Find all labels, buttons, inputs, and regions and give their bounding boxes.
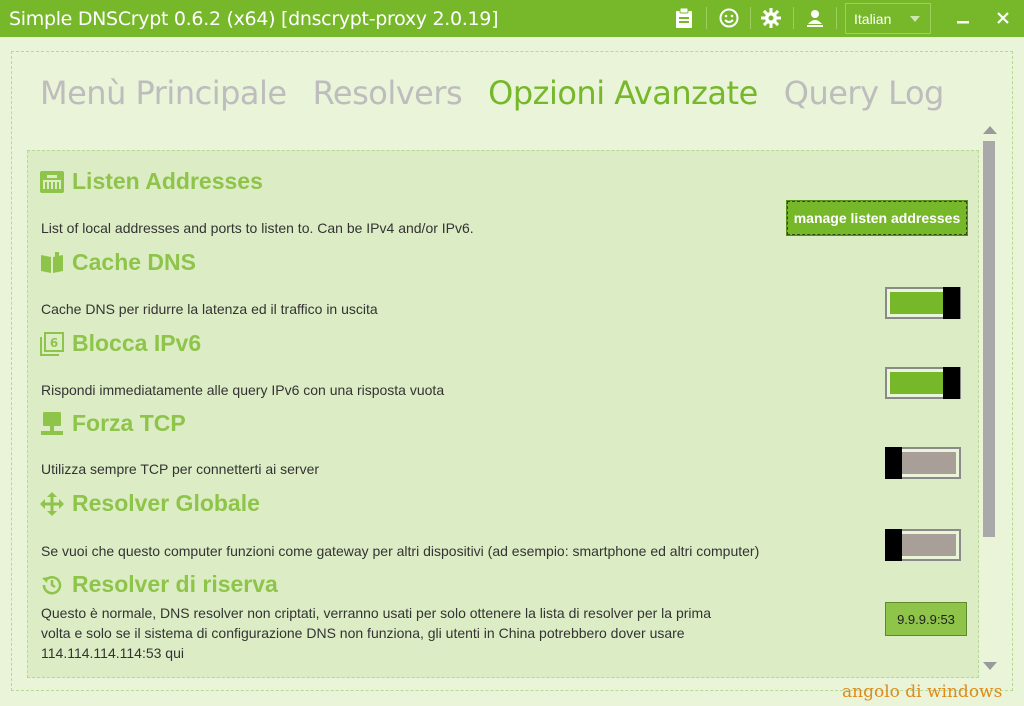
tab-resolvers[interactable]: Resolvers [313, 74, 463, 112]
ipv6-icon: 6 [40, 331, 64, 356]
gear-icon[interactable] [761, 8, 781, 28]
toolbar-divider [793, 7, 794, 29]
tab-query-log[interactable]: Query Log [784, 74, 945, 112]
scroll-up-arrow-icon[interactable] [983, 126, 997, 134]
tab-main-menu[interactable]: Menù Principale [40, 74, 287, 112]
scrollbar-thumb[interactable] [983, 141, 995, 537]
language-select[interactable]: Italian [845, 3, 931, 34]
advanced-options-panel: Listen Addresses List of local addresses… [27, 150, 979, 678]
global-resolver-label: Resolver Globale [72, 490, 260, 516]
toolbar-divider [750, 7, 751, 29]
force-tcp-description: Utilizza sempre TCP per connetterti ai s… [41, 461, 320, 477]
svg-text:6: 6 [50, 336, 58, 350]
minimize-button[interactable] [948, 4, 978, 32]
fallback-resolver-description: Questo è normale, DNS resolver non cript… [41, 605, 711, 661]
manage-listen-addresses-button[interactable]: manage listen addresses [786, 200, 968, 236]
scroll-down-arrow-icon[interactable] [983, 662, 997, 670]
toggle-knob [885, 529, 902, 561]
chevron-down-icon [910, 16, 920, 22]
language-value: Italian [854, 10, 892, 27]
smiley-icon[interactable] [719, 8, 739, 28]
book-icon [40, 251, 64, 275]
watermark: angolo di windows [842, 682, 1003, 702]
force-tcp-toggle[interactable] [885, 447, 961, 479]
clipboard-icon[interactable] [674, 8, 694, 28]
toggle-knob [943, 367, 960, 399]
move-arrows-icon [40, 491, 64, 516]
cache-dns-label: Cache DNS [72, 249, 196, 275]
force-tcp-label: Forza TCP [72, 410, 186, 436]
block-ipv6-label: Blocca IPv6 [72, 330, 202, 356]
toggle-knob [885, 447, 902, 479]
global-resolver-title: Resolver Globale [40, 490, 260, 517]
network-icon [40, 170, 64, 194]
listen-addresses-description: List of local addresses and ports to lis… [41, 220, 474, 236]
history-icon [40, 573, 64, 597]
toolbar-divider [706, 7, 707, 29]
vertical-scrollbar[interactable] [982, 124, 997, 674]
toggle-knob [943, 287, 960, 319]
close-button[interactable] [988, 4, 1018, 32]
user-upload-icon[interactable] [805, 8, 825, 28]
force-tcp-title: Forza TCP [40, 410, 186, 437]
window-title: Simple DNSCrypt 0.6.2 (x64) [dnscrypt-pr… [9, 7, 499, 30]
tab-advanced-options[interactable]: Opzioni Avanzate [488, 74, 758, 112]
block-ipv6-description: Rispondi immediatamente alle query IPv6 … [41, 382, 445, 398]
listen-addresses-label: Listen Addresses [72, 168, 263, 194]
global-resolver-description: Se vuoi che questo computer funzioni com… [41, 543, 760, 559]
cache-dns-toggle[interactable] [885, 287, 961, 319]
listen-addresses-title: Listen Addresses [40, 168, 263, 195]
fallback-resolver-input[interactable]: 9.9.9.9:53 [885, 602, 967, 636]
cache-dns-title: Cache DNS [40, 249, 196, 276]
global-resolver-toggle[interactable] [885, 529, 961, 561]
cache-dns-description: Cache DNS per ridurre la latenza ed il t… [41, 301, 378, 317]
toolbar-divider [836, 7, 837, 29]
block-ipv6-title: 6 Blocca IPv6 [40, 330, 201, 357]
monitor-icon [40, 411, 64, 436]
title-bar: Simple DNSCrypt 0.6.2 (x64) [dnscrypt-pr… [0, 0, 1024, 37]
block-ipv6-toggle[interactable] [885, 367, 961, 399]
tab-bar: Menù Principale Resolvers Opzioni Avanza… [40, 74, 970, 112]
fallback-resolver-title: Resolver di riserva [40, 571, 278, 598]
fallback-resolver-label: Resolver di riserva [72, 571, 278, 597]
